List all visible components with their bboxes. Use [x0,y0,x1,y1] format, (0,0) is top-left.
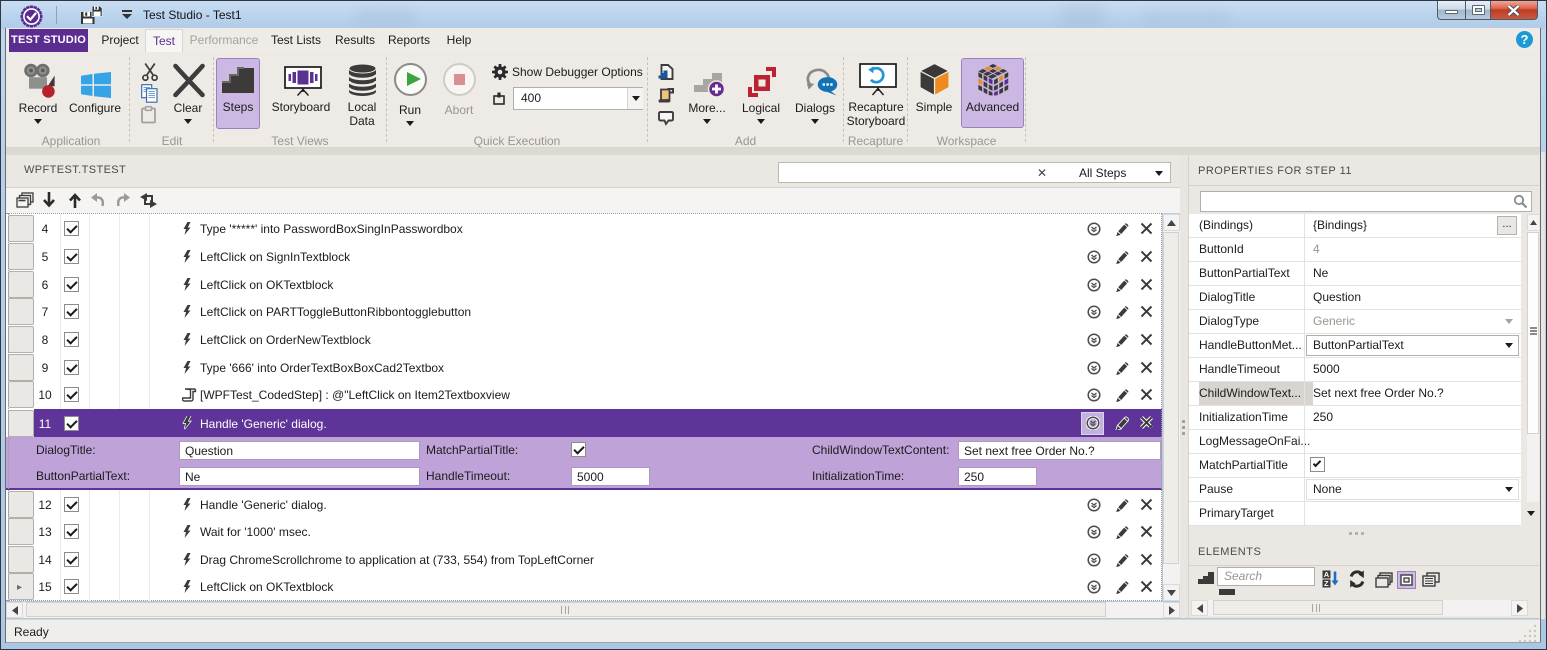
svg-text:Z: Z [1324,579,1329,588]
svg-text:A: A [1324,570,1330,579]
